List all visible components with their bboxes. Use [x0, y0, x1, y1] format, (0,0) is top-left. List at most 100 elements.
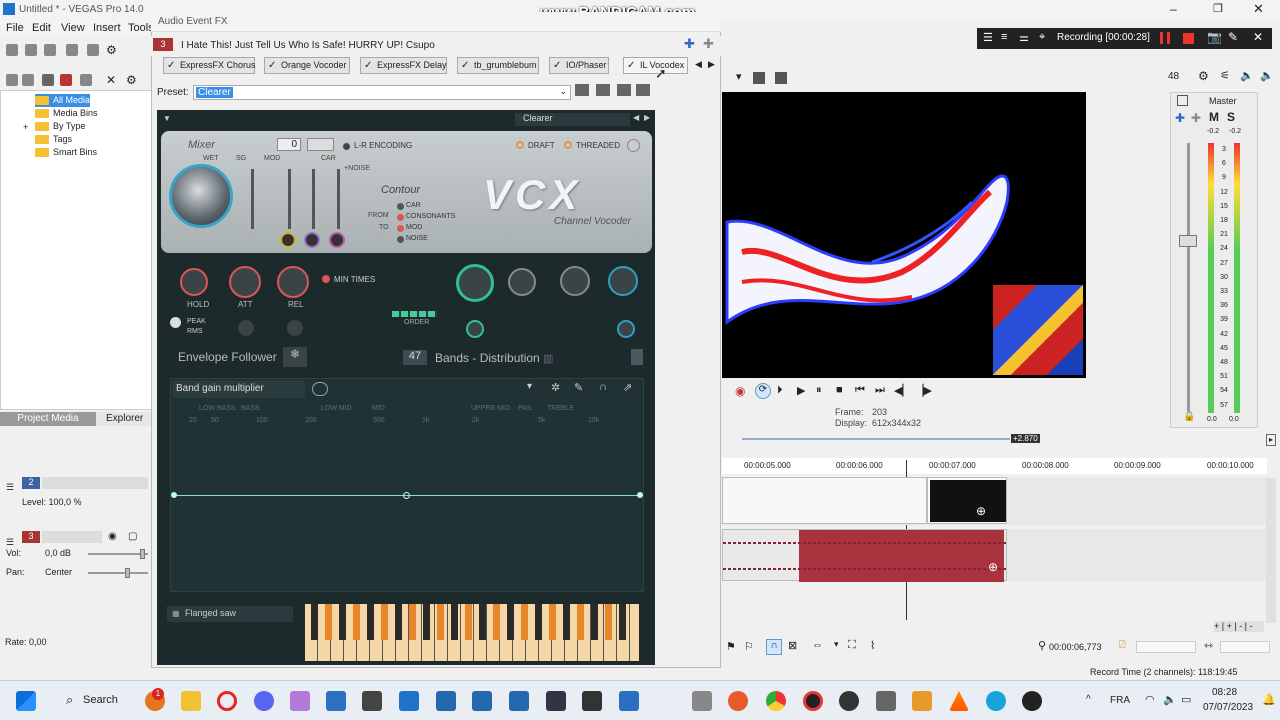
filter-shape-knob[interactable]: [466, 320, 484, 338]
menu-edit[interactable]: Edit: [32, 22, 51, 34]
volume-icon[interactable]: 🔈: [1163, 693, 1177, 706]
synth-waveform-dropdown[interactable]: Flanged saw: [167, 606, 293, 622]
loop-region-bar[interactable]: [742, 438, 1010, 440]
car-knob[interactable]: [304, 232, 320, 248]
remove-plugin-icon[interactable]: ✚: [703, 36, 714, 52]
steam-icon[interactable]: [839, 691, 859, 711]
tray-expand-icon[interactable]: ^: [1086, 694, 1091, 705]
notifications-icon[interactable]: 🔔: [1262, 693, 1276, 706]
piano-keyboard[interactable]: [305, 604, 639, 661]
crossfade-icon[interactable]: ⇔: [812, 639, 823, 651]
draft-toggle[interactable]: [516, 141, 524, 149]
snipping-icon[interactable]: [692, 691, 712, 711]
open-icon[interactable]: [25, 44, 37, 56]
mute-button[interactable]: M: [1209, 110, 1219, 124]
tree-item-media-bins[interactable]: Media Bins: [35, 107, 98, 120]
master-chain-icon[interactable]: ✚: [1191, 111, 1201, 125]
preview-menu-icon[interactable]: ▾: [736, 70, 742, 83]
vegas-taskbar-icon[interactable]: [399, 691, 419, 711]
arm-record-icon[interactable]: ◉: [108, 531, 117, 542]
rec-menu-icon[interactable]: ☰: [983, 31, 993, 44]
band-gain-dropdown[interactable]: Band gain multiplier: [173, 381, 305, 398]
play-icon[interactable]: ▶: [797, 384, 805, 397]
solo-button[interactable]: S: [1227, 110, 1235, 124]
crossfade-menu-icon[interactable]: ▾: [834, 639, 839, 650]
capture-icon[interactable]: [22, 74, 34, 86]
hold-knob[interactable]: [180, 268, 208, 296]
event-fx-icon[interactable]: ⊕: [976, 504, 986, 518]
sg-fader[interactable]: [251, 169, 254, 229]
order-selector[interactable]: [392, 311, 437, 317]
next-preset-icon[interactable]: ▶: [644, 113, 650, 122]
speaker-icon[interactable]: 🔈: [1240, 69, 1254, 82]
preset-dropdown[interactable]: Clearer ⌄: [193, 85, 571, 100]
maximize-icon[interactable]: ❐: [1213, 2, 1223, 15]
app-icon[interactable]: [290, 691, 310, 711]
audio-event[interactable]: ⊕: [722, 529, 1007, 582]
search-label[interactable]: Search: [83, 694, 118, 706]
snap-magnet-icon[interactable]: ∩: [766, 639, 782, 655]
stereo-knob[interactable]: [608, 266, 638, 296]
fx-tab-expressfx-delay[interactable]: ExpressFX Delay: [360, 57, 447, 74]
tree-item-tags[interactable]: Tags: [35, 133, 72, 146]
app-orange-icon[interactable]: [912, 691, 932, 711]
rel-knob[interactable]: [277, 266, 309, 298]
wet-knob[interactable]: [169, 164, 233, 228]
mixer-value-2[interactable]: [307, 138, 334, 151]
release-curve-knob[interactable]: [287, 320, 303, 336]
freeze-icon[interactable]: ❄: [283, 347, 307, 367]
contour-noise-radio[interactable]: [397, 236, 404, 243]
audio-track-name[interactable]: [42, 531, 102, 543]
vegas-v-icon-2[interactable]: [472, 691, 492, 711]
rec-settings-icon[interactable]: ⚌: [1019, 31, 1029, 44]
search-icon[interactable]: ⌕: [66, 692, 73, 708]
rec-pause-icon[interactable]: [1160, 32, 1170, 44]
clock-date[interactable]: 07/07/2023: [1203, 702, 1253, 713]
bandicam-icon[interactable]: [803, 691, 823, 711]
notepad-icon[interactable]: [619, 691, 639, 711]
firefox-icon[interactable]: [728, 691, 748, 711]
vlc-icon[interactable]: [949, 691, 969, 711]
gear-icon[interactable]: ⚙: [106, 43, 117, 57]
video-track-name[interactable]: [42, 477, 148, 489]
film-icon[interactable]: [362, 691, 382, 711]
plugin-props-icon[interactable]: [617, 84, 631, 96]
opera-icon[interactable]: [217, 691, 237, 711]
black-keys[interactable]: [311, 604, 633, 640]
discord-icon[interactable]: [254, 691, 274, 711]
fx-tab-io-phaser[interactable]: IO/Phaser: [549, 57, 609, 74]
mixer-value[interactable]: 0: [277, 138, 301, 151]
prev-frame-icon[interactable]: ◀▏: [894, 384, 911, 397]
bands-value[interactable]: 47: [403, 350, 427, 365]
speaker-2-icon[interactable]: 🔈: [1260, 69, 1274, 82]
timeline-ruler[interactable]: 00:00:05.000 00:00:06.000 00:00:07.000 0…: [722, 458, 1267, 474]
lock-icon[interactable]: 🔒: [1183, 411, 1195, 422]
split-screen-icon[interactable]: [775, 72, 787, 84]
delete-preset-icon[interactable]: [596, 84, 610, 96]
envelope-icon[interactable]: ⌇: [870, 639, 875, 652]
curve-point-end[interactable]: [637, 492, 643, 498]
magnet-icon[interactable]: ∩: [599, 381, 607, 393]
link-icon[interactable]: [312, 382, 328, 396]
att-knob[interactable]: [229, 266, 261, 298]
fx-tab-expressfx-chorus[interactable]: ExpressFX Chorus: [163, 57, 256, 74]
attack-curve-knob[interactable]: [238, 320, 254, 336]
record-icon[interactable]: ◉: [735, 384, 745, 398]
threaded-toggle[interactable]: [564, 141, 572, 149]
mod-hp-knob[interactable]: [280, 232, 296, 248]
marker-icon[interactable]: ⚑: [726, 640, 736, 653]
randomize-icon[interactable]: ⇗: [623, 381, 632, 394]
distribution-icon[interactable]: ▥: [543, 352, 553, 365]
lock-envelopes-icon[interactable]: ⛶: [848, 639, 856, 652]
tab-explorer[interactable]: Explorer: [106, 413, 143, 424]
selection-start-field[interactable]: [1136, 641, 1196, 653]
plugin-chain-icon[interactable]: ✚: [684, 36, 695, 52]
expand-icon[interactable]: +: [23, 122, 28, 132]
audio-fx-icon[interactable]: ⊕: [988, 560, 998, 574]
master-fader-thumb[interactable]: [1179, 235, 1197, 247]
import-media-icon[interactable]: [6, 74, 18, 86]
go-to-end-icon[interactable]: ⏭: [875, 384, 885, 397]
video-event-1[interactable]: [722, 477, 927, 524]
loop-icon[interactable]: ⟳: [755, 383, 771, 399]
timeline-vscroll[interactable]: [1266, 478, 1276, 623]
